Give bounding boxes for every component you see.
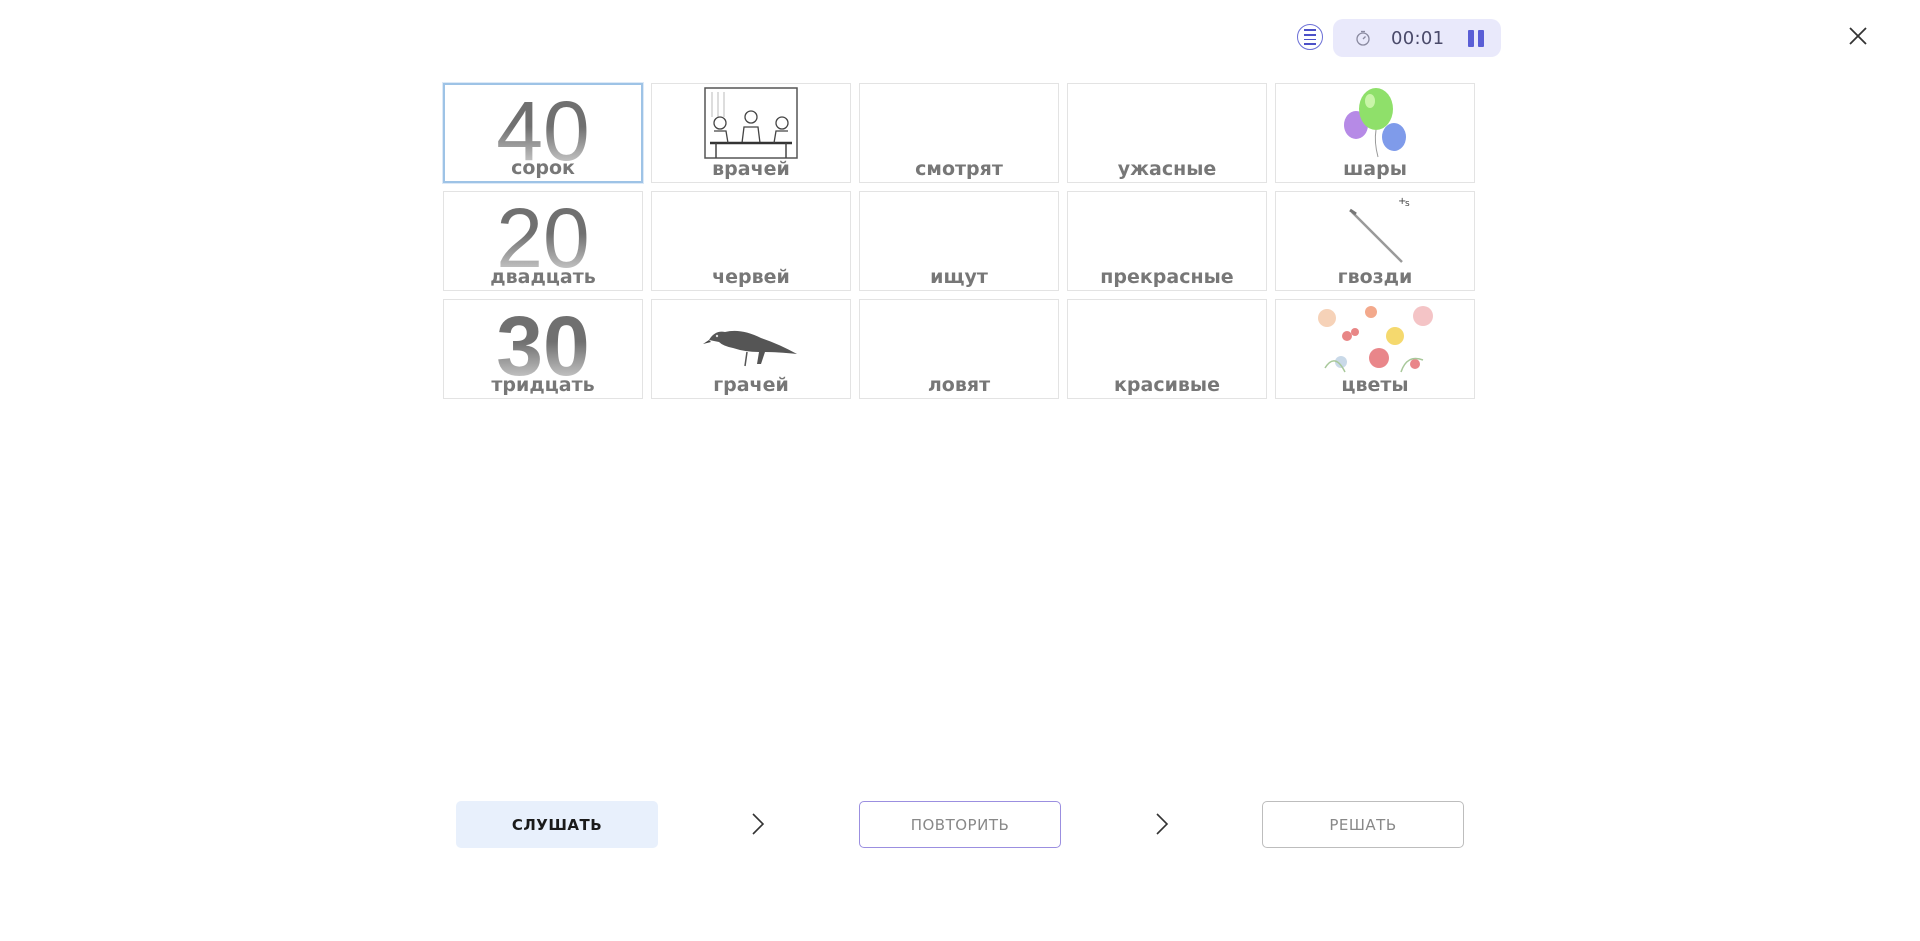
word-grid: 40 сорок врачей смотрят ужасные шары 20 … (443, 83, 1475, 399)
repeat-button[interactable]: ПОВТОРИТЬ (859, 801, 1061, 848)
card-catch[interactable]: ловят (859, 299, 1059, 399)
card-label: червей (712, 266, 790, 288)
chevron-right-icon (752, 813, 765, 835)
card-nails[interactable]: + s гвозди (1275, 191, 1475, 291)
card-rooks[interactable]: грачей (651, 299, 851, 399)
stopwatch-icon (1356, 30, 1370, 46)
card-worms[interactable]: червей (651, 191, 851, 291)
doctors-icon (704, 87, 798, 159)
card-pretty[interactable]: красивые (1067, 299, 1267, 399)
card-flowers[interactable]: цветы (1275, 299, 1475, 399)
card-label: двадцать (490, 266, 596, 288)
card-label: ловят (927, 374, 991, 396)
card-label: врачей (712, 158, 790, 180)
card-label: ищут (930, 266, 988, 288)
card-look[interactable]: смотрят (859, 83, 1059, 183)
balloons-icon (1344, 88, 1406, 158)
card-balloons[interactable]: шары (1275, 83, 1475, 183)
card-beautiful[interactable]: прекрасные (1067, 191, 1267, 291)
chevron-right-icon (1156, 813, 1169, 835)
card-search[interactable]: ищут (859, 191, 1059, 291)
card-30[interactable]: 30 тридцать (443, 299, 643, 399)
svg-text:s: s (1405, 199, 1410, 209)
card-doctors[interactable]: врачей (651, 83, 851, 183)
timer-value: 00:01 (1391, 28, 1445, 49)
close-icon[interactable] (1847, 25, 1869, 47)
card-20[interactable]: 20 двадцать (443, 191, 643, 291)
card-40[interactable]: 40 сорок (443, 83, 643, 183)
card-label: гвозди (1337, 266, 1413, 288)
card-label: ужасные (1117, 158, 1217, 180)
card-label: тридцать (491, 374, 595, 396)
listen-button[interactable]: СЛУШАТЬ (456, 801, 658, 848)
card-terrible[interactable]: ужасные (1067, 83, 1267, 183)
card-label: смотрят (915, 158, 1003, 180)
nails-icon: + s (1349, 196, 1410, 263)
list-icon[interactable] (1297, 24, 1323, 50)
card-label: цветы (1341, 374, 1409, 396)
card-label: сорок (511, 157, 575, 179)
card-label: шары (1343, 158, 1407, 180)
timer-panel: 00:01 (1333, 19, 1501, 57)
pause-icon[interactable] (1467, 30, 1485, 48)
solve-button[interactable]: РЕШАТЬ (1262, 801, 1464, 848)
card-label: грачей (713, 374, 789, 396)
card-label: прекрасные (1100, 266, 1234, 288)
rook-bird-icon (703, 330, 797, 367)
card-label: красивые (1114, 374, 1220, 396)
flowers-icon (1318, 306, 1433, 373)
